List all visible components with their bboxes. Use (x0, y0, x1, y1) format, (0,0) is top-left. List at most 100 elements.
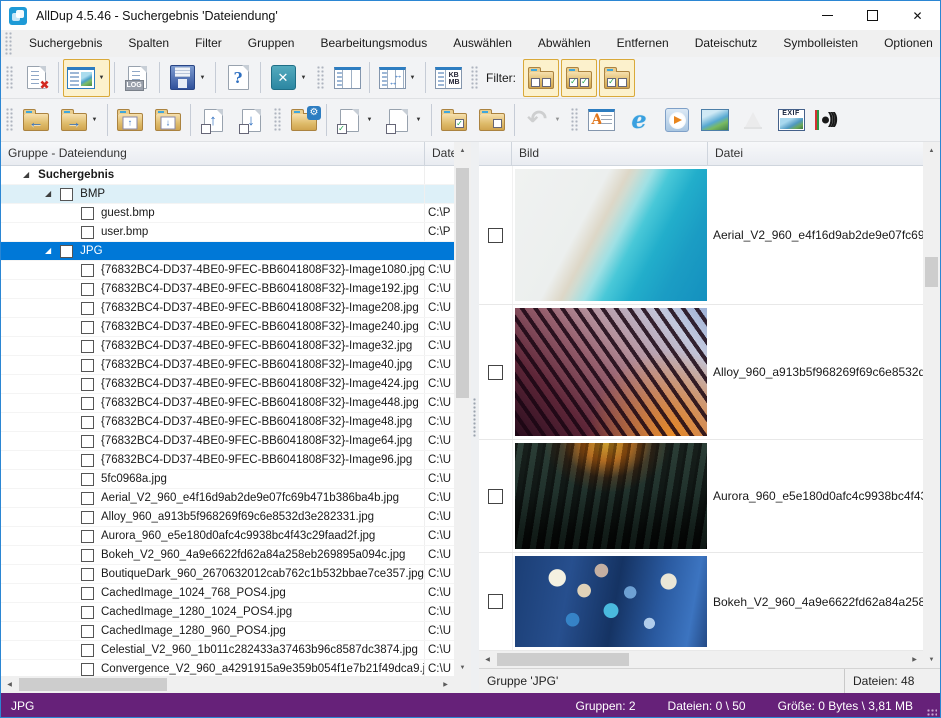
right-panel-horizontal-scrollbar[interactable]: ◀ ▶ (479, 651, 923, 668)
menu-spalten[interactable]: Spalten (115, 30, 182, 57)
resize-grip-icon[interactable] (927, 709, 937, 718)
scroll-left-icon[interactable]: ◀ (1, 676, 18, 693)
file-row[interactable]: Celestial_V2_960_1b011c282433a37463b96c8… (1, 641, 454, 660)
next-group-button[interactable]: ↓ (150, 101, 186, 139)
file-row[interactable]: Convergence_V2_960_a4291915a9e359b054f1e… (1, 660, 454, 676)
dropdown-arrow-icon[interactable]: ▼ (197, 75, 208, 81)
show-exif-button[interactable]: EXIF (773, 101, 809, 139)
group-row-bmp[interactable]: ◢BMP (1, 185, 454, 204)
row-checkbox[interactable] (488, 365, 503, 380)
scroll-up-icon[interactable]: ▲ (923, 142, 940, 159)
file-row[interactable]: 5fc0968a.jpgC:\U (1, 470, 454, 489)
filter-show-selected-groups-button[interactable]: ✓✓ (561, 59, 597, 97)
menu-gruppen[interactable]: Gruppen (235, 30, 308, 57)
file-row[interactable]: {76832BC4-DD37-4BE0-9FEC-BB6041808F32}-I… (1, 261, 454, 280)
file-row[interactable]: CachedImage_1280_960_POS4.jpgC:\U (1, 622, 454, 641)
menu-symbolleisten[interactable]: Symbolleisten (770, 30, 871, 57)
open-image-viewer-button[interactable] (697, 101, 733, 139)
row-checkbox[interactable] (488, 489, 503, 504)
row-checkbox[interactable] (81, 644, 94, 657)
file-row[interactable]: Aurora_960_e5e180d0afc4c9938bc4f43c29faa… (1, 527, 454, 546)
scrollbar-thumb[interactable] (456, 168, 469, 398)
toolbar-grip[interactable] (6, 66, 13, 90)
history-forward-button[interactable]: →▼ (56, 101, 103, 139)
preview-mode-button[interactable]: ▼ (63, 59, 110, 97)
menu-auswählen[interactable]: Auswählen (440, 30, 525, 57)
left-panel-vertical-scrollbar[interactable]: ▲ ▼ (454, 142, 471, 676)
undo-button[interactable]: ↶▼ (519, 101, 566, 139)
tree-root-row[interactable]: ◢Suchergebnis (1, 166, 454, 185)
scroll-up-icon[interactable]: ▲ (454, 142, 471, 159)
row-checkbox[interactable] (81, 473, 94, 486)
save-search-result-button[interactable]: ▼ (164, 59, 211, 97)
right-panel-vertical-scrollbar[interactable]: ▲ ▼ (923, 142, 940, 668)
open-text-editor-button[interactable]: A (583, 101, 619, 139)
row-checkbox[interactable] (488, 594, 503, 609)
menu-bearbeitungsmodus[interactable]: Bearbeitungsmodus (307, 30, 440, 57)
row-checkbox[interactable] (81, 511, 94, 524)
deselect-group-button[interactable] (474, 101, 510, 139)
duplicate-file-row[interactable]: Alloy_960_a913b5f968269f69c6e8532d3e2823… (479, 305, 923, 440)
row-checkbox[interactable] (81, 302, 94, 315)
duplicate-file-row[interactable]: Aurora_960_e5e180d0afc4c9938bc4f43c29faa… (479, 440, 923, 553)
row-checkbox[interactable] (488, 228, 503, 243)
next-file-button[interactable]: ↓ (233, 101, 269, 139)
row-checkbox[interactable] (60, 245, 73, 258)
thumbnail-aerial[interactable] (515, 169, 707, 301)
scroll-right-icon[interactable]: ▶ (437, 676, 454, 693)
file-row[interactable]: {76832BC4-DD37-4BE0-9FEC-BB6041808F32}-I… (1, 451, 454, 470)
column-header-checkbox[interactable] (479, 142, 512, 166)
menu-optionen[interactable]: Optionen (871, 30, 941, 57)
menu-dateischutz[interactable]: Dateischutz (682, 30, 771, 57)
toolbar-grip[interactable] (6, 108, 13, 132)
maximize-button[interactable] (850, 1, 895, 30)
open-browser-button[interactable]: e (621, 101, 657, 139)
column-header-datei[interactable]: Date (425, 142, 454, 166)
row-checkbox[interactable] (81, 587, 94, 600)
menubar-grip[interactable] (5, 32, 12, 56)
minimize-button[interactable] (805, 1, 850, 30)
row-checkbox[interactable] (81, 492, 94, 505)
help-button[interactable]: ? (220, 59, 256, 97)
toolbar-grip[interactable] (317, 66, 324, 90)
file-row[interactable]: {76832BC4-DD37-4BE0-9FEC-BB6041808F32}-I… (1, 356, 454, 375)
file-row[interactable]: user.bmpC:\P (1, 223, 454, 242)
row-checkbox[interactable] (81, 625, 94, 638)
previous-file-button[interactable]: ↑ (195, 101, 231, 139)
column-layout-button[interactable] (329, 59, 365, 97)
scroll-down-icon[interactable]: ▼ (923, 651, 940, 668)
row-checkbox[interactable] (81, 226, 94, 239)
close-button[interactable]: ✕ (895, 1, 940, 30)
scrollbar-thumb[interactable] (925, 257, 938, 287)
row-checkbox[interactable] (81, 416, 94, 429)
filter-show-mixed-groups-button[interactable]: ✓ (599, 59, 635, 97)
row-checkbox[interactable] (81, 568, 94, 581)
select-group-button[interactable]: ✓ (436, 101, 472, 139)
menu-suchergebnis[interactable]: Suchergebnis (16, 30, 115, 57)
column-width-button[interactable]: ↔↔▼ (374, 59, 421, 97)
thumbnail-aurora[interactable] (515, 443, 707, 549)
selection-profile-button[interactable]: ⚙ (286, 101, 322, 139)
dropdown-arrow-icon[interactable]: ▼ (413, 117, 424, 123)
row-checkbox[interactable] (81, 340, 94, 353)
file-row[interactable]: {76832BC4-DD37-4BE0-9FEC-BB6041808F32}-I… (1, 394, 454, 413)
row-checkbox[interactable] (81, 207, 94, 220)
row-checkbox[interactable] (81, 663, 94, 676)
file-row[interactable]: {76832BC4-DD37-4BE0-9FEC-BB6041808F32}-I… (1, 432, 454, 451)
history-back-button[interactable]: ← (18, 101, 54, 139)
file-row[interactable]: BoutiqueDark_960_2670632012cab762c1b532b… (1, 565, 454, 584)
file-row[interactable]: CachedImage_1024_768_POS4.jpgC:\U (1, 584, 454, 603)
row-checkbox[interactable] (81, 359, 94, 372)
close-search-result-button[interactable]: ✕▼ (265, 59, 312, 97)
file-row[interactable]: {76832BC4-DD37-4BE0-9FEC-BB6041808F32}-I… (1, 337, 454, 356)
filter-show-unselected-groups-button[interactable] (523, 59, 559, 97)
previous-group-button[interactable]: ↑ (112, 101, 148, 139)
toolbar-grip[interactable] (274, 108, 281, 132)
thumbnail-alloy[interactable] (515, 308, 707, 436)
open-media-player-button[interactable] (659, 101, 695, 139)
open-vlc-button[interactable] (735, 101, 771, 139)
file-row[interactable]: {76832BC4-DD37-4BE0-9FEC-BB6041808F32}-I… (1, 299, 454, 318)
column-header-datei[interactable]: Datei (708, 142, 923, 166)
toolbar-grip[interactable] (571, 108, 578, 132)
duplicate-file-row[interactable]: Aerial_V2_960_e4f16d9ab2de9e07fc69b471b3… (479, 166, 923, 305)
